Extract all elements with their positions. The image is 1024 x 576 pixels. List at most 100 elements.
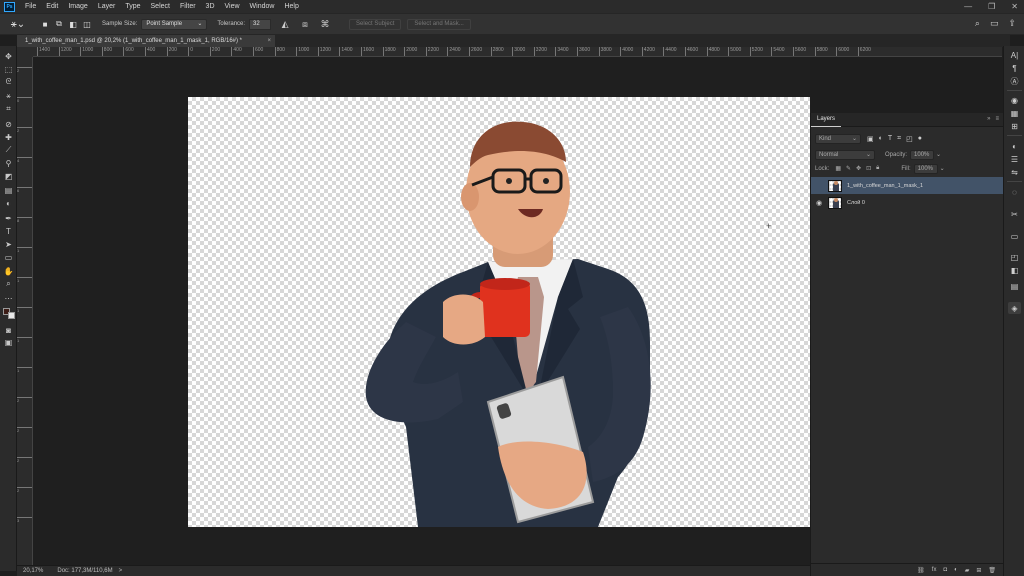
layer-row-mask[interactable]: 1_with_coffee_man_1_mask_1 bbox=[811, 177, 1004, 194]
menu-edit[interactable]: Edit bbox=[41, 0, 63, 13]
layers-panel-icon[interactable]: ◈ bbox=[1008, 302, 1021, 314]
screen-mode-icon[interactable]: ▣ bbox=[2, 336, 15, 348]
tolerance-input[interactable]: 32 bbox=[249, 18, 272, 30]
contiguous-icon[interactable]: ⧈ bbox=[299, 18, 311, 30]
opacity-input[interactable]: 100% bbox=[910, 149, 935, 160]
opacity-arrow-icon[interactable]: ⌄ bbox=[936, 151, 941, 158]
background-color-swatch[interactable] bbox=[8, 312, 15, 319]
color-panel-icon[interactable]: ◉ bbox=[1008, 94, 1021, 106]
pixel-filter-icon[interactable]: ▣ bbox=[867, 135, 874, 143]
filter-kind-select[interactable]: Kind ⌄ bbox=[815, 133, 861, 144]
menu-layer[interactable]: Layer bbox=[93, 0, 121, 13]
collapse-panel-icon[interactable]: » bbox=[987, 116, 990, 122]
sliders-panel-icon[interactable]: ⇋ bbox=[1008, 166, 1021, 178]
menu-type[interactable]: Type bbox=[120, 0, 145, 13]
document-canvas[interactable] bbox=[188, 97, 810, 527]
fill-arrow-icon[interactable]: ⌄ bbox=[940, 165, 945, 172]
subtract-selection-icon[interactable]: ◧ bbox=[68, 19, 78, 29]
magic-wand-icon[interactable]: ⚹⌄ bbox=[6, 16, 30, 32]
add-selection-icon[interactable]: ⧉ bbox=[54, 19, 64, 29]
close-window-button[interactable]: ✕ bbox=[1011, 2, 1018, 11]
menu-file[interactable]: File bbox=[20, 0, 41, 13]
history-panel-icon[interactable]: ▤ bbox=[1008, 280, 1021, 292]
quick-mask-icon[interactable]: ◙ bbox=[2, 324, 15, 336]
lock-artboard-icon[interactable]: ⊡ bbox=[866, 165, 871, 172]
gradient-tool-icon[interactable]: ▤ bbox=[2, 184, 15, 196]
path-selection-icon[interactable]: ➤ bbox=[2, 238, 15, 250]
layers-tab[interactable]: Layers bbox=[811, 112, 842, 127]
sample-all-layers-icon[interactable]: ⌘ bbox=[319, 18, 331, 30]
lock-paint-icon[interactable]: ✎ bbox=[846, 165, 851, 172]
pen-tool-icon[interactable]: ✒ bbox=[2, 212, 15, 224]
lasso-tool-icon[interactable]: ᘓ bbox=[2, 76, 15, 88]
dodge-tool-icon[interactable]: ◐ bbox=[2, 197, 15, 209]
new-group-icon[interactable]: ▰ bbox=[965, 567, 970, 574]
menu-3d[interactable]: 3D bbox=[201, 0, 220, 13]
anti-alias-icon[interactable]: ◭ bbox=[279, 18, 291, 30]
search-icon[interactable]: ⌕ bbox=[975, 18, 980, 29]
filter-toggle-icon[interactable]: ● bbox=[918, 135, 922, 143]
eraser-tool-icon[interactable]: ◩ bbox=[2, 170, 15, 182]
blend-mode-select[interactable]: Normal ⌄ bbox=[815, 149, 875, 160]
new-layer-icon[interactable]: ⊞ bbox=[976, 567, 981, 574]
maximize-button[interactable]: ❐ bbox=[988, 2, 995, 11]
move-tool-icon[interactable]: ✥ bbox=[2, 50, 15, 62]
paragraph-panel-icon[interactable]: ¶ bbox=[1008, 62, 1021, 74]
canvas-workspace[interactable]: + bbox=[33, 57, 810, 565]
paths-panel-icon[interactable]: ◧ bbox=[1008, 264, 1021, 276]
fill-input[interactable]: 100% bbox=[913, 163, 938, 174]
select-and-mask-button[interactable]: Select and Mask... bbox=[407, 18, 471, 30]
hand-tool-icon[interactable]: ✋ bbox=[2, 265, 15, 277]
menu-help[interactable]: Help bbox=[279, 0, 303, 13]
intersect-selection-icon[interactable]: ◫ bbox=[82, 19, 92, 29]
marquee-tool-icon[interactable]: ⬚ bbox=[2, 63, 15, 75]
glyphs-panel-icon[interactable]: Ⓐ bbox=[1008, 75, 1021, 87]
eye-icon[interactable]: ◉ bbox=[813, 199, 825, 207]
close-tab-icon[interactable]: × bbox=[267, 35, 271, 47]
crop-tool-icon[interactable]: ⌗ bbox=[2, 103, 15, 115]
brush-tool-icon[interactable]: ⟋ bbox=[2, 144, 15, 156]
swatches-panel-icon[interactable]: ▦ bbox=[1008, 107, 1021, 119]
status-arrow[interactable]: > bbox=[119, 568, 123, 574]
layer-style-icon[interactable]: fx bbox=[932, 567, 937, 573]
lock-pixels-icon[interactable]: ▦ bbox=[835, 165, 841, 172]
adjustments-panel-icon[interactable]: ◐ bbox=[1008, 140, 1021, 152]
healing-brush-icon[interactable]: ✚ bbox=[2, 131, 15, 143]
add-mask-icon[interactable]: ◘ bbox=[943, 567, 947, 573]
channels-panel-icon[interactable]: ◰ bbox=[1008, 251, 1021, 263]
select-subject-button[interactable]: Select Subject bbox=[349, 18, 402, 30]
adjustment-filter-icon[interactable]: ◐ bbox=[879, 135, 883, 143]
smart-object-filter-icon[interactable]: ◰ bbox=[906, 135, 913, 143]
new-selection-icon[interactable]: ■ bbox=[40, 19, 50, 29]
stamp-tool-icon[interactable]: ⚲ bbox=[2, 157, 15, 169]
share-icon[interactable]: ⇪ bbox=[1008, 18, 1016, 29]
panel-menu-icon[interactable]: ≡ bbox=[995, 116, 999, 122]
light-panel-icon[interactable]: ◌ bbox=[1008, 186, 1021, 198]
more-tools-icon[interactable]: ⋯ bbox=[2, 292, 15, 304]
menu-image[interactable]: Image bbox=[63, 0, 92, 13]
magic-wand-tool-icon[interactable]: ⚹ bbox=[2, 90, 15, 102]
workspace-icon[interactable]: ▭ bbox=[990, 18, 999, 29]
delete-layer-icon[interactable]: 🗑︎ bbox=[988, 567, 996, 574]
link-layers-icon[interactable]: ⛓ bbox=[917, 567, 925, 574]
menu-window[interactable]: Window bbox=[245, 0, 280, 13]
zoom-level[interactable]: 20,17% bbox=[23, 568, 43, 574]
sample-size-select[interactable]: Point Sample ⌄ bbox=[141, 18, 208, 30]
zoom-tool-icon[interactable]: ⌕ bbox=[2, 278, 15, 290]
document-tab[interactable]: 1_with_coffee_man_1.psd @ 20,2% (1_with_… bbox=[17, 35, 275, 47]
layer-row-0[interactable]: ◉ Слой 0 bbox=[811, 194, 1004, 211]
tools-panel-icon[interactable]: ✂ bbox=[1008, 208, 1021, 220]
image-panel-icon[interactable]: ▭ bbox=[1008, 230, 1021, 242]
minimize-button[interactable]: — bbox=[964, 2, 972, 11]
eyedropper-tool-icon[interactable]: ⊘ bbox=[2, 118, 15, 130]
type-tool-icon[interactable]: T bbox=[2, 225, 15, 237]
shape-filter-icon[interactable]: ⌗ bbox=[897, 135, 901, 143]
libraries-panel-icon[interactable]: ⊞ bbox=[1008, 120, 1021, 132]
lock-move-icon[interactable]: ✥ bbox=[856, 165, 861, 172]
menu-filter[interactable]: Filter bbox=[175, 0, 201, 13]
menu-view[interactable]: View bbox=[220, 0, 245, 13]
menu-select[interactable]: Select bbox=[146, 0, 175, 13]
shape-tool-icon[interactable]: ▭ bbox=[2, 251, 15, 263]
lock-all-icon[interactable]: 🔒︎ bbox=[876, 165, 879, 172]
type-filter-icon[interactable]: T bbox=[888, 135, 892, 143]
